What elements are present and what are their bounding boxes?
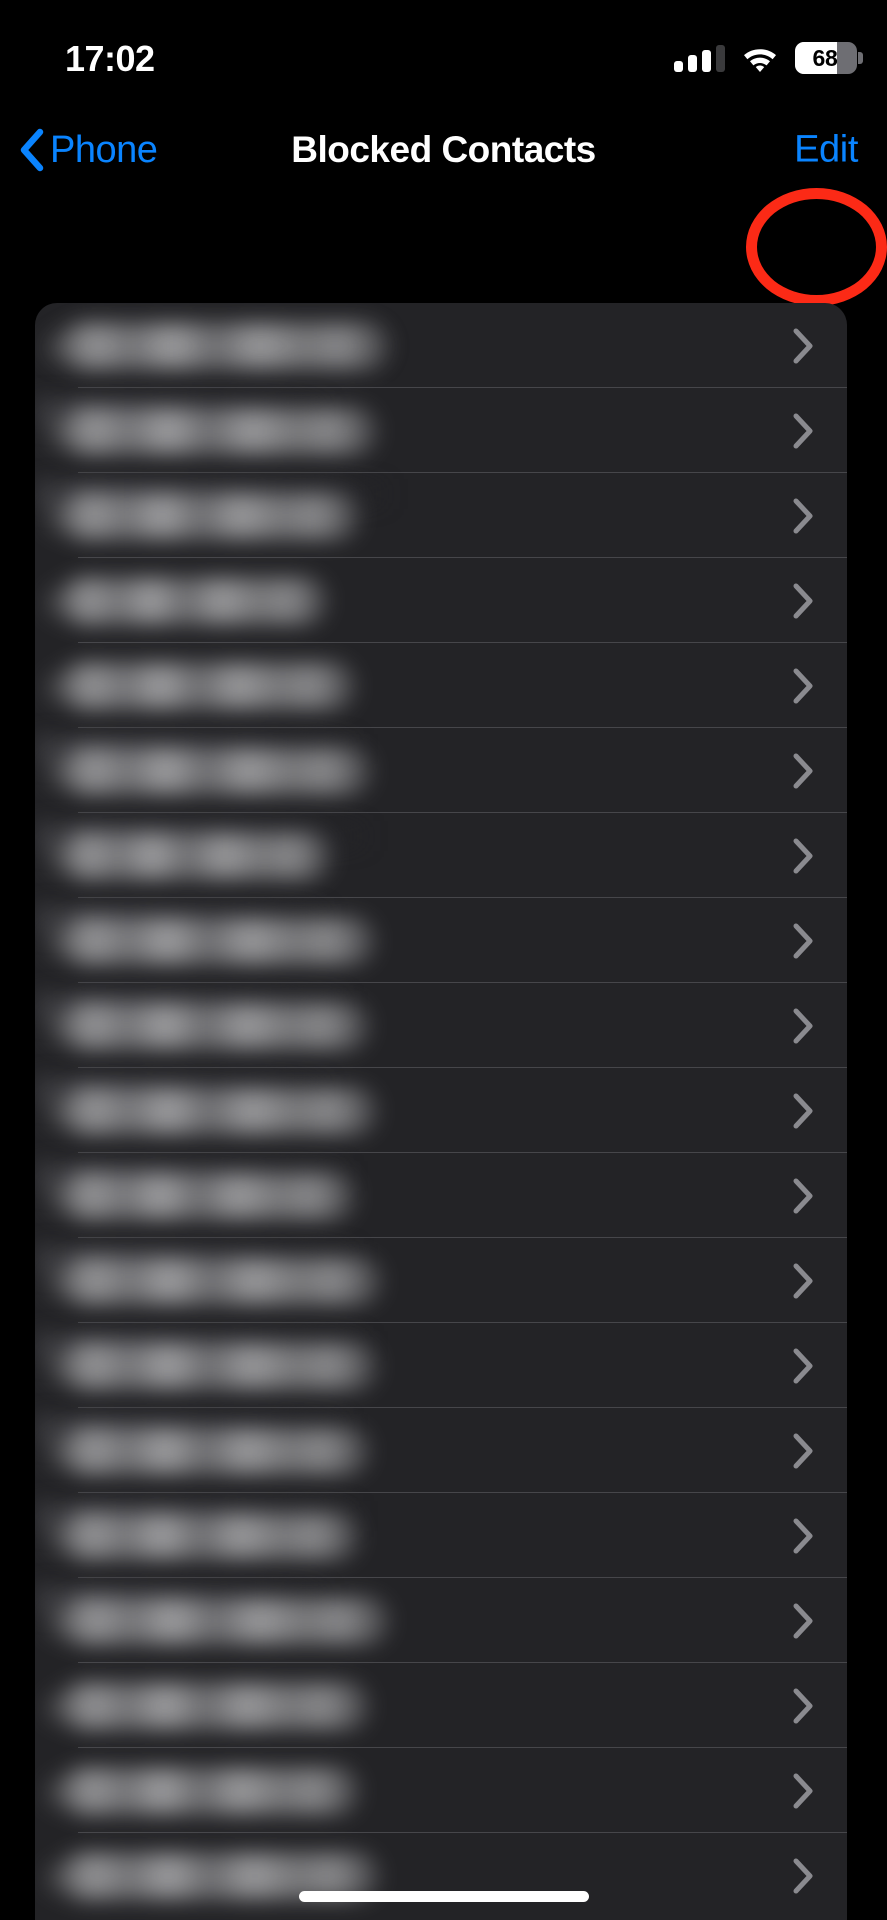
blocked-contact-row[interactable]	[35, 728, 847, 813]
contact-name	[60, 1257, 382, 1304]
blocked-contact-row[interactable]	[35, 558, 847, 643]
blocked-contact-row[interactable]	[35, 813, 847, 898]
contact-name	[60, 407, 378, 454]
blocked-contact-row[interactable]	[35, 473, 847, 558]
signal-bar-4	[716, 44, 725, 72]
chevron-right-icon[interactable]	[792, 1092, 814, 1130]
cellular-signal-icon	[674, 44, 725, 72]
page-title: Blocked Contacts	[291, 129, 596, 170]
chevron-right-icon[interactable]	[792, 1602, 814, 1640]
chevron-right-icon[interactable]	[792, 412, 814, 450]
chevron-right-icon[interactable]	[792, 497, 814, 535]
blocked-contact-row[interactable]	[35, 643, 847, 728]
chevron-right-icon[interactable]	[792, 1347, 814, 1385]
contact-name	[60, 1682, 370, 1729]
navigation-bar: Phone Blocked Contacts Edit	[0, 100, 887, 306]
blocked-contact-row[interactable]	[35, 1068, 847, 1153]
contact-name	[60, 1597, 390, 1644]
chevron-right-icon[interactable]	[792, 667, 814, 705]
status-bar-time: 17:02	[65, 38, 155, 79]
contact-name	[60, 1087, 378, 1134]
blocked-contact-row[interactable]	[35, 1748, 847, 1833]
contact-name	[60, 1427, 370, 1474]
blocked-contact-row[interactable]	[35, 1578, 847, 1663]
contact-name	[60, 662, 356, 709]
signal-bar-3	[702, 49, 711, 72]
chevron-right-icon[interactable]	[792, 582, 814, 620]
contact-name	[60, 1342, 378, 1389]
chevron-right-icon[interactable]	[792, 1517, 814, 1555]
contact-name	[60, 1767, 360, 1814]
blocked-contact-row[interactable]	[35, 1153, 847, 1238]
contact-name	[60, 1512, 360, 1559]
home-indicator[interactable]	[298, 1891, 589, 1902]
blocked-contact-row[interactable]	[35, 1663, 847, 1748]
blocked-contact-row[interactable]	[35, 303, 847, 388]
chevron-right-icon[interactable]	[792, 327, 814, 365]
contact-name	[60, 832, 332, 879]
contact-name	[60, 322, 390, 369]
chevron-right-icon[interactable]	[792, 922, 814, 960]
blocked-contact-row[interactable]	[35, 1323, 847, 1408]
contact-name	[60, 917, 376, 964]
chevron-right-icon[interactable]	[792, 1857, 814, 1895]
signal-bar-1	[674, 60, 683, 72]
blocked-contact-row[interactable]	[35, 1493, 847, 1578]
blocked-contacts-list	[35, 303, 847, 1920]
status-bar-indicators: 68	[674, 40, 863, 76]
blocked-contact-row[interactable]	[35, 898, 847, 983]
status-bar: 17:02 68	[0, 0, 887, 100]
contact-name	[60, 747, 372, 794]
chevron-right-icon[interactable]	[792, 837, 814, 875]
phone-screen: 17:02 68 Phone Blocked Contacts Edit	[0, 0, 887, 1920]
contact-name	[60, 1172, 356, 1219]
contact-name	[60, 492, 360, 539]
blocked-contact-row[interactable]	[35, 1408, 847, 1493]
chevron-right-icon[interactable]	[792, 1432, 814, 1470]
chevron-right-icon[interactable]	[792, 1177, 814, 1215]
chevron-right-icon[interactable]	[792, 1687, 814, 1725]
contact-name	[60, 1002, 370, 1049]
blocked-contact-row[interactable]	[35, 388, 847, 473]
signal-bar-2	[688, 54, 697, 72]
battery-percent-label: 68	[812, 44, 838, 71]
battery-icon: 68	[795, 42, 863, 74]
blocked-contact-row[interactable]	[35, 983, 847, 1068]
edit-button[interactable]: Edit	[794, 129, 858, 172]
battery-nub	[858, 52, 863, 64]
blocked-contact-row[interactable]	[35, 1238, 847, 1323]
wifi-icon	[742, 45, 778, 72]
highlight-annotation-circle	[746, 188, 887, 306]
chevron-right-icon[interactable]	[792, 1262, 814, 1300]
chevron-right-icon[interactable]	[792, 1007, 814, 1045]
contact-name	[60, 577, 328, 624]
chevron-right-icon[interactable]	[792, 1772, 814, 1810]
chevron-right-icon[interactable]	[792, 752, 814, 790]
blocked-contact-row[interactable]	[35, 1833, 847, 1918]
